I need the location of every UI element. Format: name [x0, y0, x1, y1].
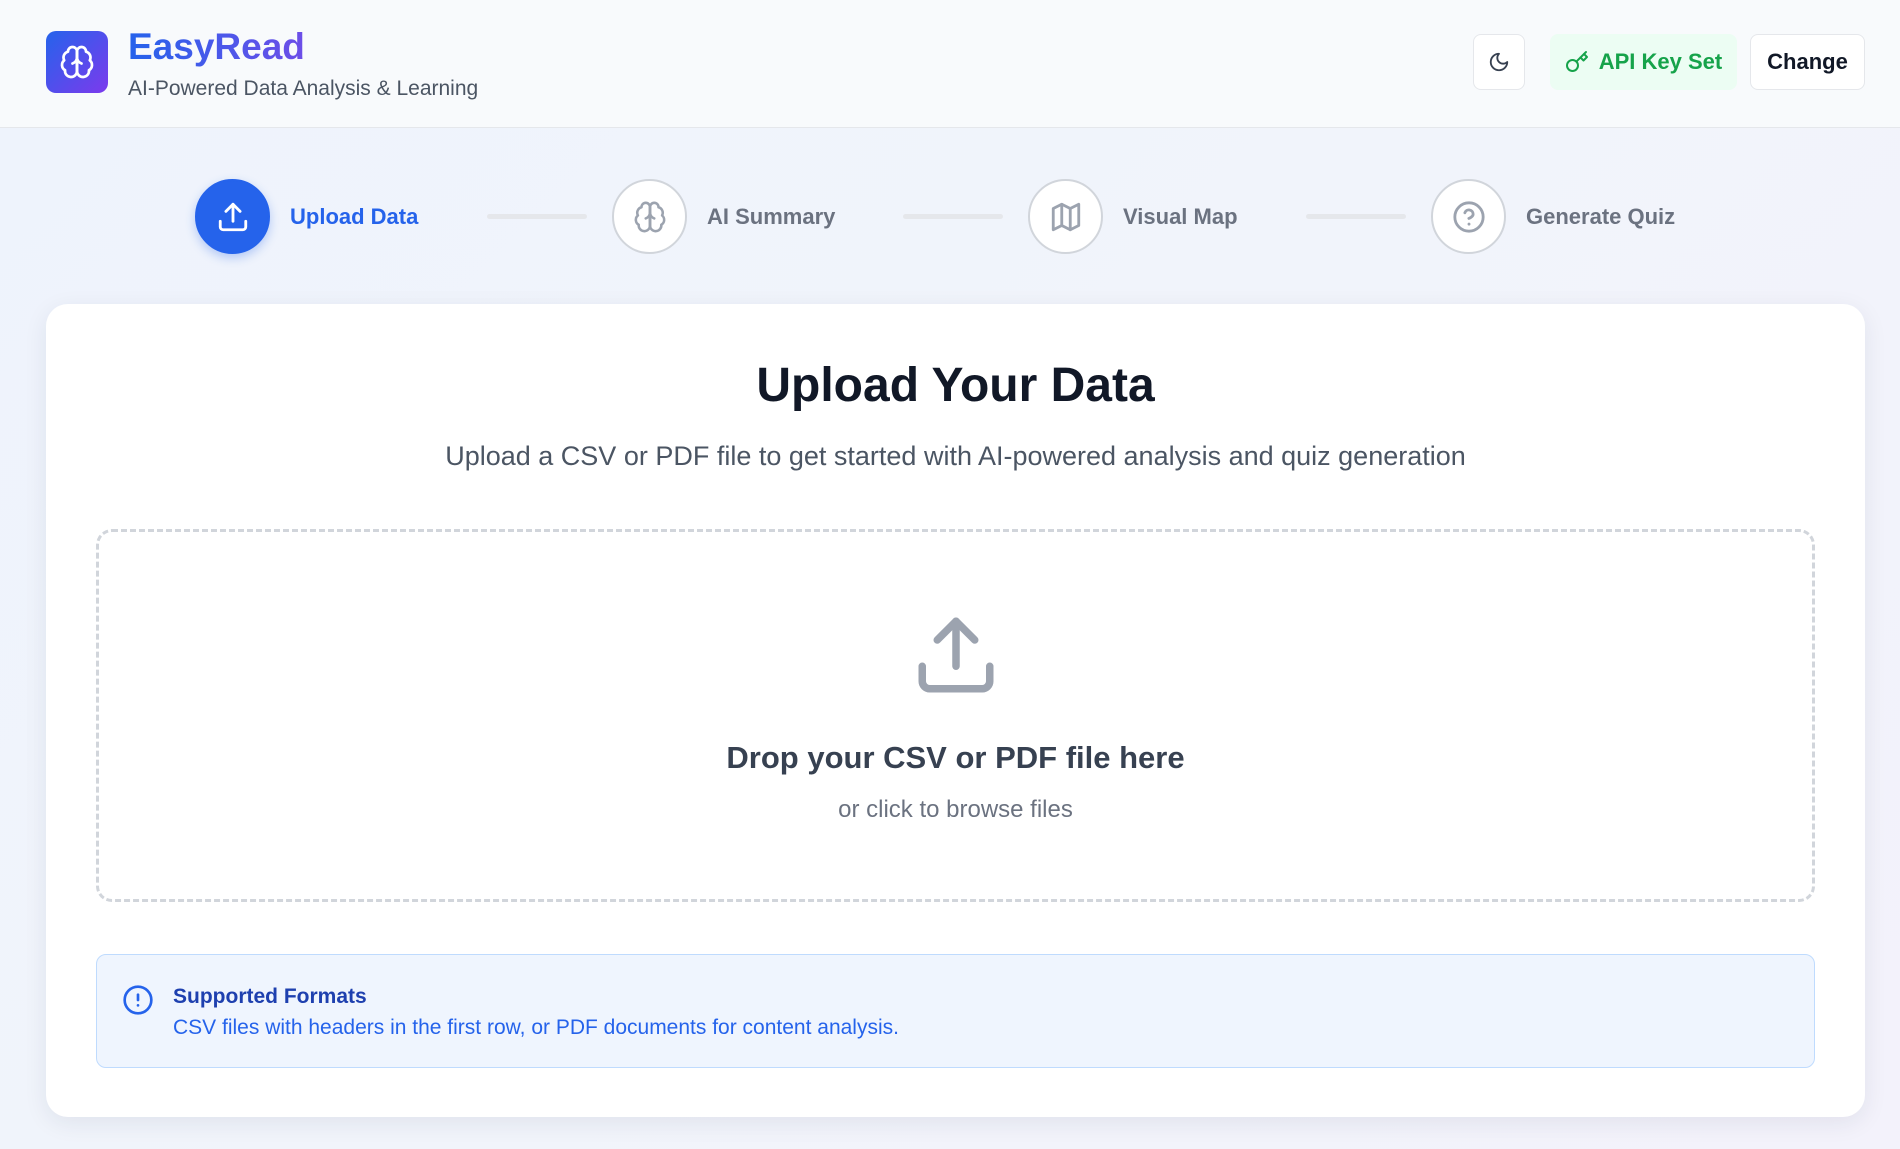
step-connector — [903, 214, 1003, 219]
api-key-status-badge: API Key Set — [1550, 34, 1737, 90]
step-label: Visual Map — [1123, 203, 1238, 229]
step-circle — [195, 179, 270, 254]
step-circle — [1028, 179, 1103, 254]
brain-logo-icon — [46, 31, 108, 93]
step-generate-quiz[interactable]: Generate Quiz — [1431, 179, 1675, 254]
step-label: AI Summary — [707, 203, 836, 229]
upload-icon — [218, 202, 247, 231]
file-dropzone[interactable]: Drop your CSV or PDF file here or click … — [96, 529, 1815, 902]
step-label: Generate Quiz — [1526, 203, 1676, 229]
moon-icon — [1489, 52, 1509, 72]
dropzone-browse-hint: or click to browse files — [838, 796, 1073, 823]
step-visual-map[interactable]: Visual Map — [1028, 179, 1238, 254]
key-icon — [1565, 51, 1588, 72]
info-text: CSV files with headers in the first row,… — [173, 1016, 899, 1039]
supported-formats-info: Supported Formats CSV files with headers… — [96, 954, 1815, 1068]
help-circle-icon — [1452, 200, 1485, 233]
api-key-status-label: API Key Set — [1598, 49, 1723, 74]
page-title: Upload Your Data — [756, 359, 1155, 412]
info-title: Supported Formats — [173, 985, 367, 1008]
step-circle — [1431, 179, 1506, 254]
app-title: EasyRead — [128, 26, 305, 67]
change-api-key-button[interactable]: Change — [1750, 34, 1865, 90]
dropzone-title: Drop your CSV or PDF file here — [726, 740, 1185, 775]
step-label: Upload Data — [290, 203, 419, 229]
upload-icon — [911, 610, 1001, 705]
step-connector — [1306, 214, 1406, 219]
app-header: EasyRead AI-Powered Data Analysis & Lear… — [0, 0, 1900, 128]
step-upload-data[interactable]: Upload Data — [195, 179, 418, 254]
app-subtitle: AI-Powered Data Analysis & Learning — [128, 77, 479, 100]
alert-circle-icon — [122, 984, 154, 1021]
upload-card: Upload Your Data Upload a CSV or PDF fil… — [46, 304, 1865, 1117]
brain-icon — [634, 201, 665, 232]
page-subtitle: Upload a CSV or PDF file to get started … — [445, 441, 1466, 471]
step-circle — [612, 179, 687, 254]
map-icon — [1051, 202, 1080, 231]
step-connector — [487, 214, 587, 219]
step-ai-summary[interactable]: AI Summary — [612, 179, 835, 254]
theme-toggle-button[interactable] — [1473, 34, 1525, 90]
